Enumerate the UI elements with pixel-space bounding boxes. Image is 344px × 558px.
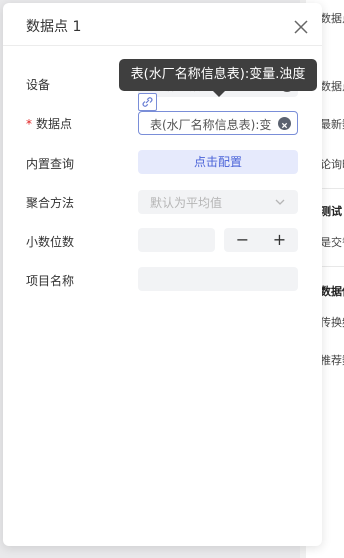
clear-cross-icon <box>281 122 288 129</box>
increment-button[interactable]: + <box>261 228 298 252</box>
decimal-input[interactable] <box>138 228 215 252</box>
device-label: 设备 <box>26 78 51 92</box>
link-button[interactable] <box>138 93 157 111</box>
datapoint-tooltip: 表(水厂名称信息表):变量.浊度 <box>119 59 317 91</box>
datapoint-label-text: 数据点 <box>36 117 73 131</box>
dialog-header: 数据点 1 <box>3 3 322 46</box>
background-item: 推荐数 <box>320 354 344 367</box>
aggregation-label: 聚合方法 <box>26 196 75 210</box>
decrement-button[interactable]: − <box>224 228 261 252</box>
decimal-stepper: − + <box>224 228 298 252</box>
dialog-title: 数据点 1 <box>26 19 82 35</box>
datapoint-value: 表(水厂名称信息表):变量 <box>150 118 272 132</box>
project-name-label: 项目名称 <box>26 274 75 288</box>
aggregation-select[interactable]: 默认为平均值 <box>138 190 298 214</box>
background-item: 论询时 <box>320 158 344 171</box>
datapoint-clear-icon[interactable] <box>278 117 291 130</box>
close-icon <box>294 20 308 34</box>
background-item: 是交替 <box>320 236 344 249</box>
chevron-down-icon <box>275 199 285 205</box>
background-section-title: 数据传 <box>320 285 344 298</box>
builtin-query-label: 内置查询 <box>26 157 75 171</box>
aggregation-placeholder: 默认为平均值 <box>150 196 223 210</box>
datapoint-label: * 数据点 <box>26 115 72 132</box>
tooltip-arrow <box>212 90 226 97</box>
project-name-input[interactable] <box>138 267 298 291</box>
configure-button[interactable]: 点击配置 <box>138 150 298 174</box>
required-mark: * <box>26 117 32 131</box>
background-item: 数据点 <box>320 12 344 25</box>
background-item: 最新数 <box>320 118 344 131</box>
decimal-label: 小数位数 <box>26 235 75 249</box>
background-item: 数据点 <box>320 80 344 93</box>
link-icon <box>142 97 153 107</box>
datapoint-field[interactable]: 表(水厂名称信息表):变量 <box>138 111 298 135</box>
close-button[interactable] <box>292 18 310 36</box>
background-item: 传换频 <box>320 316 344 329</box>
background-section-title: 测试 <box>320 205 342 218</box>
